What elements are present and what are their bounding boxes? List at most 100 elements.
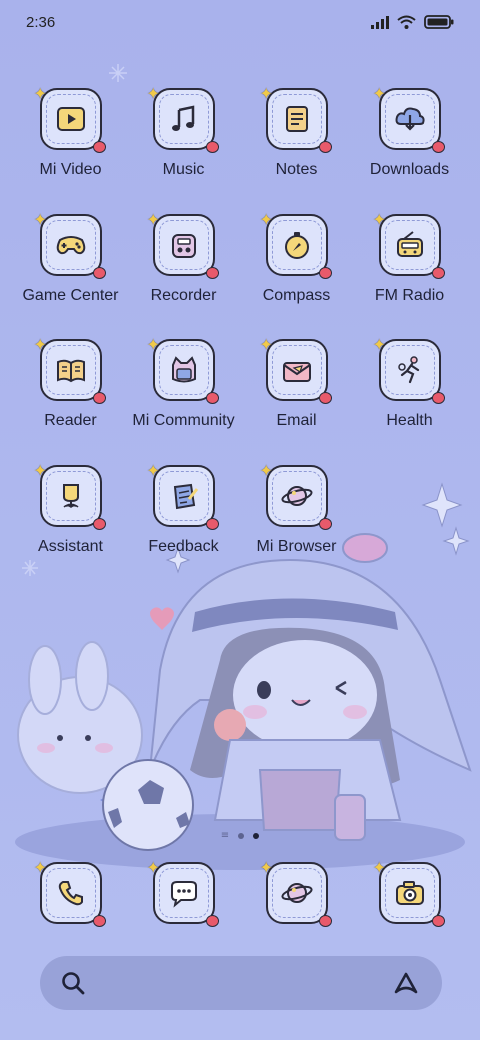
app-label: Mi Community xyxy=(132,412,235,429)
dock: ✦ ✦ ✦ ✦ xyxy=(14,858,466,930)
dock-messages[interactable]: ✦ xyxy=(127,858,240,930)
gamepad-icon[interactable]: ✦ xyxy=(34,210,106,279)
recorder-icon[interactable]: ✦ xyxy=(147,210,219,279)
planet-glyph xyxy=(280,485,313,506)
sparkle-icon: ✦ xyxy=(33,335,47,354)
app-mi-browser[interactable]: ✦ Mi Browser xyxy=(240,461,353,589)
phone-icon[interactable]: ✦ xyxy=(34,858,106,927)
feedback-glyph xyxy=(173,483,198,509)
book-glyph xyxy=(56,359,85,383)
app-mi-community[interactable]: ✦ Mi Community xyxy=(127,335,240,463)
cherry-badge xyxy=(92,915,106,927)
app-assistant[interactable]: ✦ Assistant xyxy=(14,461,127,589)
app-label: Compass xyxy=(262,286,331,304)
app-reader[interactable]: ✦ Reader xyxy=(14,335,127,463)
sparkle-icon: ✦ xyxy=(372,335,386,354)
cherry-badge xyxy=(205,392,219,404)
planet-glyph xyxy=(280,883,313,903)
music-note-icon[interactable]: ✦ xyxy=(147,84,219,153)
cherry-badge xyxy=(431,915,445,927)
planet-icon[interactable]: ✦ xyxy=(260,858,332,927)
notes-icon[interactable]: ✦ xyxy=(260,84,332,153)
sparkle-icon: ✦ xyxy=(146,335,160,354)
sparkle-icon: ✦ xyxy=(372,84,386,103)
community-glyph xyxy=(171,356,196,383)
radio-glyph xyxy=(396,230,423,257)
app-music[interactable]: ✦ Music xyxy=(127,84,240,212)
radio-icon[interactable]: ✦ xyxy=(373,210,445,279)
music-glyph xyxy=(171,105,194,131)
feedback-icon[interactable]: ✦ xyxy=(147,461,219,530)
sparkle-icon: ✦ xyxy=(259,858,273,877)
cherry-badge xyxy=(205,517,219,530)
sparkle-icon: ✦ xyxy=(146,209,160,229)
app-grid: ✦ Mi Video ✦ Music ✦ Notes ✦ Downloads ✦… xyxy=(14,84,466,589)
running-person-icon[interactable]: ✦ xyxy=(373,335,445,404)
cherry-badge xyxy=(431,266,445,279)
cherry-badge xyxy=(205,141,219,153)
sparkle-icon: ✦ xyxy=(259,335,273,354)
video-icon[interactable]: ✦ xyxy=(34,84,106,153)
message-icon[interactable]: ✦ xyxy=(147,858,219,927)
app-game-center[interactable]: ✦ Game Center xyxy=(14,210,127,338)
cherry-badge xyxy=(318,517,332,530)
app-label: Music xyxy=(162,161,205,178)
compass-icon[interactable]: ✦ xyxy=(260,210,332,279)
sparkle-icon: ✦ xyxy=(146,460,160,480)
envelope-icon[interactable]: ✦ xyxy=(260,335,332,404)
dock-phone[interactable]: ✦ xyxy=(14,858,127,930)
message-glyph xyxy=(170,881,197,908)
search-icon[interactable] xyxy=(60,970,86,996)
cloud-download-glyph xyxy=(395,107,425,131)
notes-glyph xyxy=(285,106,308,132)
cloud-download-icon[interactable]: ✦ xyxy=(373,84,445,153)
app-label: Health xyxy=(386,412,433,429)
app-feedback[interactable]: ✦ Feedback xyxy=(127,461,240,589)
assistant-glyph xyxy=(62,483,79,508)
cherry-badge xyxy=(431,141,445,153)
status-bar: 2:36 xyxy=(0,0,480,44)
community-icon[interactable]: ✦ xyxy=(147,335,219,404)
assistant-shortcut-icon[interactable] xyxy=(392,970,420,996)
wifi-icon xyxy=(397,15,416,29)
sparkle-icon: ✦ xyxy=(259,84,273,103)
planet-icon[interactable]: ✦ xyxy=(260,461,332,530)
cherry-badge xyxy=(205,266,219,279)
book-icon[interactable]: ✦ xyxy=(34,335,106,404)
search-bar[interactable] xyxy=(40,956,442,1010)
sparkle-icon: ✦ xyxy=(372,209,386,229)
app-label: Mi Browser xyxy=(256,537,337,555)
running-person-glyph xyxy=(397,356,419,384)
status-time: 2:36 xyxy=(26,13,56,31)
dock-browser[interactable]: ✦ xyxy=(240,858,353,930)
app-recorder[interactable]: ✦ Recorder xyxy=(127,210,240,338)
page-dot[interactable] xyxy=(238,832,245,839)
app-label: Notes xyxy=(275,161,318,178)
app-label: Assistant xyxy=(38,537,103,555)
app-compass[interactable]: ✦ Compass xyxy=(240,210,353,338)
app-label: FM Radio xyxy=(374,286,445,304)
app-label: Reader xyxy=(44,412,97,429)
battery-icon xyxy=(424,15,454,29)
cherry-badge xyxy=(431,392,445,404)
sparkle-icon: ✦ xyxy=(33,209,47,229)
cherry-badge xyxy=(92,392,106,404)
app-health[interactable]: ✦ Health xyxy=(353,335,466,463)
cherry-badge xyxy=(318,141,332,153)
app-notes[interactable]: ✦ Notes xyxy=(240,84,353,212)
camera-glyph xyxy=(395,881,424,905)
sparkle-icon: ✦ xyxy=(33,84,47,103)
assistant-icon[interactable]: ✦ xyxy=(34,461,106,530)
page-dot-active[interactable] xyxy=(253,832,260,839)
page-indicator[interactable]: ≡ xyxy=(0,830,480,841)
cherry-badge xyxy=(318,392,332,404)
sparkle-icon: ✦ xyxy=(33,460,47,480)
app-downloads[interactable]: ✦ Downloads xyxy=(353,84,466,212)
app-label: Downloads xyxy=(369,161,450,178)
dock-camera[interactable]: ✦ xyxy=(353,858,466,930)
app-fm-radio[interactable]: ✦ FM Radio xyxy=(353,210,466,338)
camera-icon[interactable]: ✦ xyxy=(373,858,445,927)
app-mi-video[interactable]: ✦ Mi Video xyxy=(14,84,127,212)
app-email[interactable]: ✦ Email xyxy=(240,335,353,463)
sparkle-icon: ✦ xyxy=(372,858,386,877)
